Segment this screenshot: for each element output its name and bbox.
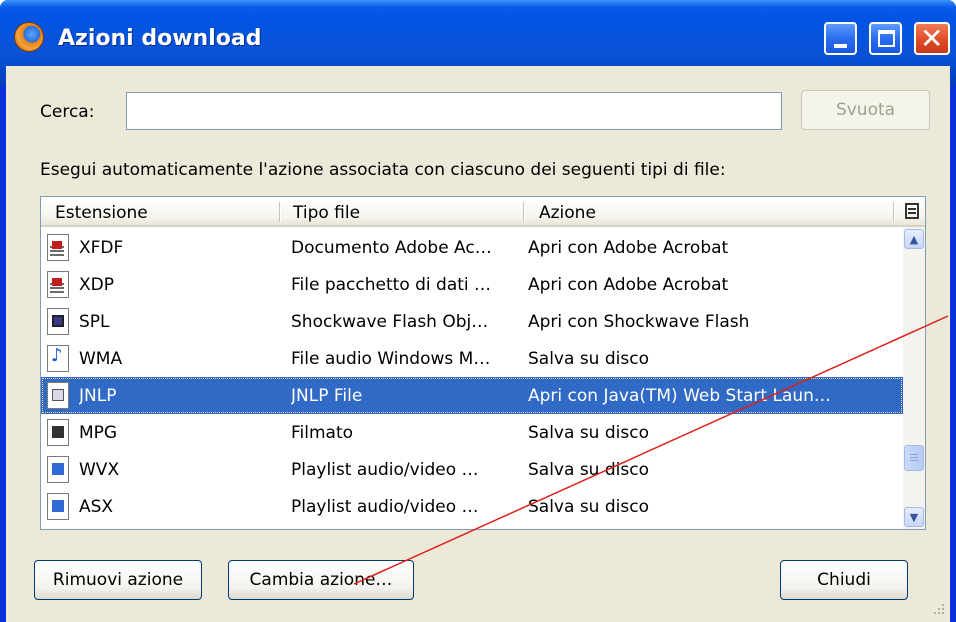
scroll-up-button[interactable]: ▲ (904, 229, 924, 249)
list-header: Estensione Tipo file Azione (41, 197, 925, 227)
maximize-icon (878, 30, 895, 47)
vertical-scrollbar[interactable]: ▲ ▼ (903, 227, 925, 529)
action-cell: Apri con Adobe Acrobat (528, 238, 729, 258)
chevron-down-icon: ▼ (909, 510, 919, 524)
playlist-file-icon (47, 456, 69, 483)
file-type-cell: File audio Windows M… (291, 349, 491, 369)
extension-cell: XDP (79, 275, 114, 295)
action-cell: Salva su disco (528, 460, 649, 480)
action-cell: Salva su disco (528, 423, 649, 443)
table-row[interactable]: MPG Filmato Salva su disco (41, 414, 903, 451)
playlist-file-icon (47, 493, 69, 520)
column-picker-icon[interactable] (905, 203, 919, 219)
table-row[interactable]: XDP File pacchetto di dati … Apri con Ad… (41, 266, 903, 303)
minimize-icon (834, 44, 847, 48)
search-label: Cerca: (40, 102, 95, 122)
action-cell: Apri con Shockwave Flash (528, 312, 750, 332)
action-cell: Apri con Adobe Acrobat (528, 275, 729, 295)
extension-cell: ASX (79, 497, 114, 517)
column-header-action[interactable]: Azione (539, 203, 596, 223)
download-actions-window: Azioni download ✕ Cerca: Svuota Esegui a… (0, 0, 956, 622)
maximize-button[interactable] (869, 22, 902, 55)
extension-cell: WMA (79, 349, 123, 369)
action-cell: Apri con Java(TM) Web Start Laun… (528, 386, 831, 406)
table-row-selected[interactable]: JNLP JNLP File Apri con Java(TM) Web Sta… (41, 377, 903, 414)
description-text: Esegui automaticamente l'azione associat… (40, 160, 726, 180)
file-type-cell: Playlist audio/video … (291, 460, 479, 480)
file-type-cell: Filmato (291, 423, 354, 443)
remove-action-button[interactable]: Rimuovi azione (34, 560, 202, 600)
column-divider[interactable] (523, 202, 525, 222)
extension-cell: JNLP (79, 386, 117, 406)
file-type-cell: JNLP File (291, 386, 363, 406)
firefox-icon (14, 22, 44, 52)
extension-cell: MPG (79, 423, 118, 443)
action-cell: Salva su disco (528, 349, 649, 369)
file-types-list[interactable]: Estensione Tipo file Azione XFDF Documen… (40, 196, 926, 530)
clear-search-button[interactable]: Svuota (801, 90, 930, 130)
close-window-button[interactable]: ✕ (914, 22, 950, 55)
close-button[interactable]: Chiudi (780, 560, 908, 600)
file-type-cell: Documento Adobe Ac… (291, 238, 492, 258)
column-header-file-type[interactable]: Tipo file (293, 203, 360, 223)
column-divider[interactable] (893, 202, 895, 222)
flash-file-icon (47, 308, 69, 335)
minimize-button[interactable] (824, 22, 857, 55)
chevron-up-icon: ▲ (909, 232, 919, 246)
audio-file-icon: ♪ (47, 345, 69, 372)
table-row[interactable]: ♪ WMA File audio Windows M… Salva su dis… (41, 340, 903, 377)
action-cell: Salva su disco (528, 497, 649, 517)
change-action-button[interactable]: Cambia azione… (228, 560, 414, 600)
pdf-file-icon (47, 234, 69, 261)
scroll-thumb[interactable] (904, 445, 924, 471)
column-divider[interactable] (279, 202, 281, 222)
table-row[interactable]: XFDF Documento Adobe Ac… Apri con Adobe … (41, 229, 903, 266)
extension-cell: WVX (79, 460, 120, 480)
extension-cell: SPL (79, 312, 110, 332)
file-type-cell: File pacchetto di dati … (291, 275, 492, 295)
pdf-file-icon (47, 271, 69, 298)
close-icon: ✕ (920, 22, 944, 55)
table-row[interactable]: SPL Shockwave Flash Obj… Apri con Shockw… (41, 303, 903, 340)
search-input[interactable] (126, 92, 782, 130)
java-file-icon (47, 382, 69, 409)
file-type-cell: Shockwave Flash Obj… (291, 312, 489, 332)
column-header-extension[interactable]: Estensione (55, 203, 148, 223)
file-type-cell: Playlist audio/video … (291, 497, 479, 517)
extension-cell: XFDF (79, 238, 124, 258)
scroll-down-button[interactable]: ▼ (904, 507, 924, 527)
table-row[interactable]: WVX Playlist audio/video … Salva su disc… (41, 451, 903, 488)
window-title: Azioni download (58, 26, 262, 51)
video-file-icon (47, 419, 69, 446)
resize-grip[interactable] (930, 600, 944, 614)
table-row[interactable]: ASX Playlist audio/video … Salva su disc… (41, 488, 903, 525)
